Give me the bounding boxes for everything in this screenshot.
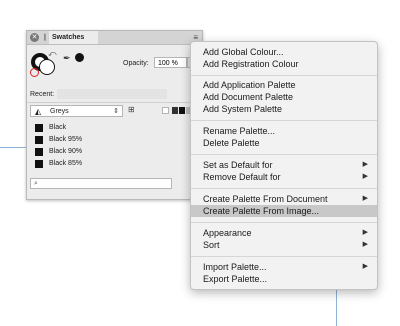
submenu-arrow-icon: ▶ — [362, 263, 368, 270]
guide-line-vertical — [336, 286, 337, 326]
menu-item-set-default[interactable]: Set as Default for ▶ — [191, 159, 377, 171]
palette-type-icon: ◭ — [35, 107, 42, 116]
swatch-name: Black 90% — [49, 148, 83, 155]
menu-item-label: Rename Palette... — [203, 126, 276, 136]
submenu-arrow-icon: ▶ — [362, 241, 368, 248]
palette-select[interactable]: ◭ Greys ⇕ — [30, 105, 123, 117]
menu-item-sort[interactable]: Sort ▶ — [191, 239, 377, 251]
menu-item-label: Appearance — [203, 228, 252, 238]
submenu-arrow-icon: ▶ — [362, 195, 368, 202]
menu-item-rename-palette[interactable]: Rename Palette... — [191, 125, 377, 137]
opacity-field[interactable]: 100 % — [154, 57, 187, 68]
menu-item-label: Add Registration Colour — [203, 59, 299, 69]
menu-separator — [191, 256, 377, 257]
swatch-name: Black 85% — [49, 160, 83, 167]
colour-picker-icon[interactable]: ✒ — [63, 53, 71, 64]
swatch-chip — [35, 124, 43, 132]
swatch-chip — [35, 160, 43, 168]
menu-item-delete-palette[interactable]: Delete Palette — [191, 137, 377, 149]
menu-item-label: Create Palette From Image... — [203, 206, 320, 216]
palette-select-value: Greys — [50, 108, 69, 115]
menu-item-create-palette-from-document[interactable]: Create Palette From Document ▶ — [191, 193, 377, 205]
swatch-name: Black 95% — [49, 136, 83, 143]
menu-separator — [191, 188, 377, 189]
none-swatch-icon[interactable] — [162, 107, 169, 114]
submenu-arrow-icon: ▶ — [362, 161, 368, 168]
list-view-icon[interactable] — [179, 107, 185, 114]
colour-picker-swatch — [75, 53, 84, 62]
menu-item-appearance[interactable]: Appearance ▶ — [191, 227, 377, 239]
panel-titlebar: ✕ ❙❙ Swatches ≡ — [27, 31, 202, 45]
menu-item-add-document-palette[interactable]: Add Document Palette — [191, 91, 377, 103]
menu-item-label: Delete Palette — [203, 138, 260, 148]
recent-colours-well[interactable] — [57, 89, 167, 99]
menu-separator — [191, 154, 377, 155]
tab-swatches[interactable]: Swatches — [49, 31, 98, 44]
submenu-arrow-icon: ▶ — [362, 229, 368, 236]
menu-item-add-system-palette[interactable]: Add System Palette — [191, 103, 377, 115]
swatch-chip — [35, 136, 43, 144]
swatches-panel: ✕ ❙❙ Swatches ≡ ⤺ ✒ Opacity: 100 % ▾ Rec… — [26, 30, 203, 200]
menu-separator — [191, 222, 377, 223]
submenu-arrow-icon: ▶ — [362, 173, 368, 180]
swatch-name: Black — [49, 124, 67, 131]
menu-item-add-global-colour[interactable]: Add Global Colour... — [191, 46, 377, 58]
menu-item-label: Sort — [203, 240, 220, 250]
guide-line-horizontal — [0, 147, 26, 148]
palette-context-menu: Add Global Colour... Add Registration Co… — [190, 41, 378, 290]
menu-item-label: Export Palette... — [203, 274, 268, 284]
close-panel-icon[interactable]: ✕ — [30, 33, 39, 42]
menu-item-add-registration-colour[interactable]: Add Registration Colour — [191, 58, 377, 70]
menu-item-create-palette-from-image[interactable]: Create Palette From Image... — [191, 205, 377, 217]
menu-item-label: Remove Default for — [203, 172, 281, 182]
menu-item-label: Create Palette From Document — [203, 194, 328, 204]
menu-item-add-application-palette[interactable]: Add Application Palette — [191, 79, 377, 91]
menu-item-label: Add Document Palette — [203, 92, 294, 102]
menu-item-export-palette[interactable]: Export Palette... — [191, 273, 377, 285]
fill-colour-well[interactable] — [39, 59, 55, 75]
menu-item-remove-default[interactable]: Remove Default for ▶ — [191, 171, 377, 183]
search-icon: ⌕ — [34, 180, 38, 187]
menu-separator — [191, 75, 377, 76]
menu-item-label: Add System Palette — [203, 104, 283, 114]
swatch-chip — [35, 148, 43, 156]
add-swatch-icon[interactable]: ⊞ — [128, 105, 135, 115]
menu-item-label: Add Application Palette — [203, 80, 296, 90]
swap-colours-icon[interactable]: ⤺ — [48, 49, 57, 59]
divider — [27, 102, 202, 103]
menu-separator — [191, 120, 377, 121]
grid-view-icon[interactable] — [172, 107, 178, 114]
menu-item-label: Import Palette... — [203, 262, 267, 272]
search-input[interactable]: ⌕ — [30, 178, 172, 189]
opacity-label: Opacity: — [123, 60, 149, 67]
menu-item-import-palette[interactable]: Import Palette... ▶ — [191, 261, 377, 273]
chevron-updown-icon: ⇕ — [113, 108, 119, 115]
menu-item-label: Set as Default for — [203, 160, 273, 170]
recent-label: Recent: — [30, 91, 55, 98]
menu-item-label: Add Global Colour... — [203, 47, 284, 57]
none-colour-icon[interactable] — [30, 68, 39, 77]
